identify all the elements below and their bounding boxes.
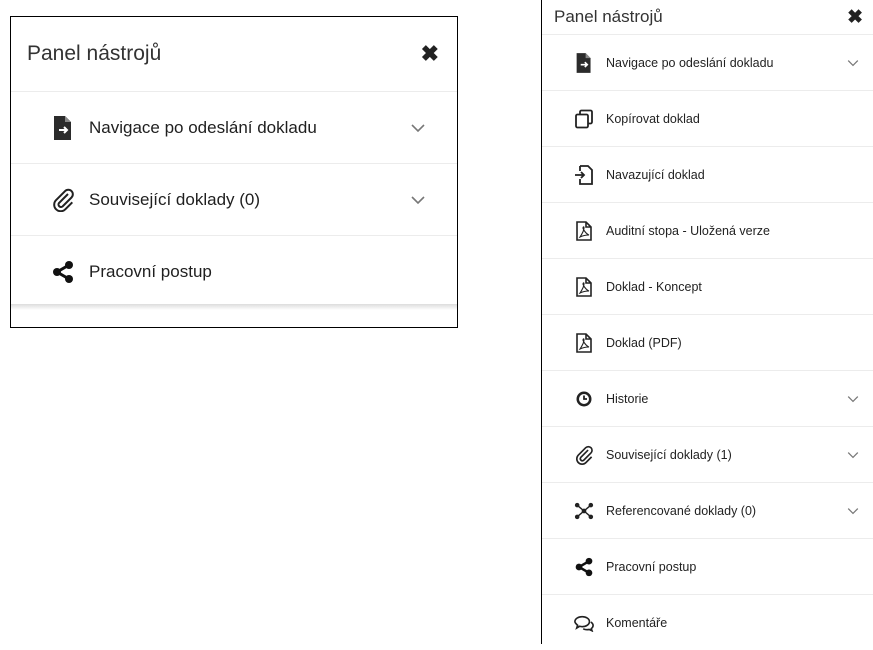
clock-icon [574, 389, 594, 409]
chevron-down-icon[interactable] [847, 507, 859, 515]
copy-icon [574, 109, 594, 129]
document-export-icon [574, 52, 594, 73]
menu-item-comments[interactable]: Komentáře [542, 594, 873, 650]
chevron-down-icon[interactable] [847, 451, 859, 459]
menu-item-label: Auditní stopa - Uložená verze [606, 223, 770, 238]
menu-item-label: Doklad (PDF) [606, 335, 682, 350]
menu-item-label: Kopírovat doklad [606, 111, 700, 126]
menu-item-document-pdf[interactable]: Doklad (PDF) [542, 314, 873, 370]
menu-item-history[interactable]: Historie [542, 370, 873, 426]
pdf-file-icon [574, 332, 594, 353]
menu-item-referenced-documents[interactable]: Referencované doklady (0) [542, 482, 873, 538]
chevron-down-icon[interactable] [847, 59, 859, 67]
menu-item-copy-document[interactable]: Kopírovat doklad [542, 90, 873, 146]
panel-footer-shadow [11, 304, 457, 310]
pdf-file-icon [574, 220, 594, 241]
menu-item-workflow[interactable]: Pracovní postup [11, 235, 457, 307]
panel-header: Panel nástrojů ✖ [11, 17, 457, 91]
menu-item-label: Navigace po odeslání dokladu [606, 55, 774, 70]
menu-item-related-documents[interactable]: Související doklady (1) [542, 426, 873, 482]
share-nodes-icon [574, 557, 594, 577]
menu-item-document-draft[interactable]: Doklad - Koncept [542, 258, 873, 314]
menu-item-label: Navazující doklad [606, 167, 705, 182]
menu-item-post-send-navigation[interactable]: Navigace po odeslání dokladu [542, 34, 873, 90]
menu-item-follow-up-document[interactable]: Navazující doklad [542, 146, 873, 202]
menu-item-related-documents[interactable]: Související doklady (0) [11, 163, 457, 235]
menu-item-label: Komentáře [606, 615, 668, 630]
share-nodes-icon [51, 260, 75, 284]
menu-item-label: Pracovní postup [89, 261, 212, 281]
menu-item-label: Doklad - Koncept [606, 279, 702, 294]
pdf-file-icon [574, 276, 594, 297]
file-import-icon [574, 164, 594, 185]
panel-title: Panel nástrojů [27, 42, 162, 65]
menu-item-workflow[interactable]: Pracovní postup [542, 538, 873, 594]
tool-panel-expanded: Panel nástrojů ✖ Navigace po odeslání do… [541, 0, 873, 644]
close-icon[interactable]: ✖ [847, 6, 863, 29]
panel-title: Panel nástrojů [554, 7, 663, 26]
paperclip-icon [574, 445, 594, 465]
menu-item-post-send-navigation[interactable]: Navigace po odeslání dokladu [11, 91, 457, 163]
panel-header: Panel nástrojů ✖ [542, 0, 873, 34]
chevron-down-icon[interactable] [411, 195, 425, 205]
menu-item-label: Referencované doklady (0) [606, 503, 757, 518]
menu-item-label: Pracovní postup [606, 559, 697, 574]
chevron-down-icon[interactable] [847, 395, 859, 403]
comments-icon [574, 613, 594, 633]
chevron-down-icon[interactable] [411, 123, 425, 133]
menu-item-label: Navigace po odeslání dokladu [89, 117, 317, 137]
tool-panel-collapsed: Panel nástrojů ✖ Navigace po odeslání do… [10, 16, 458, 328]
paperclip-icon [51, 188, 75, 212]
menu-item-label: Historie [606, 391, 649, 406]
document-export-icon [51, 115, 75, 140]
network-icon [574, 501, 594, 521]
menu-item-audit-trail[interactable]: Auditní stopa - Uložená verze [542, 202, 873, 258]
close-icon[interactable]: ✖ [421, 41, 439, 67]
menu-item-label: Související doklady (1) [606, 447, 732, 462]
menu-item-label: Související doklady (0) [89, 189, 261, 209]
